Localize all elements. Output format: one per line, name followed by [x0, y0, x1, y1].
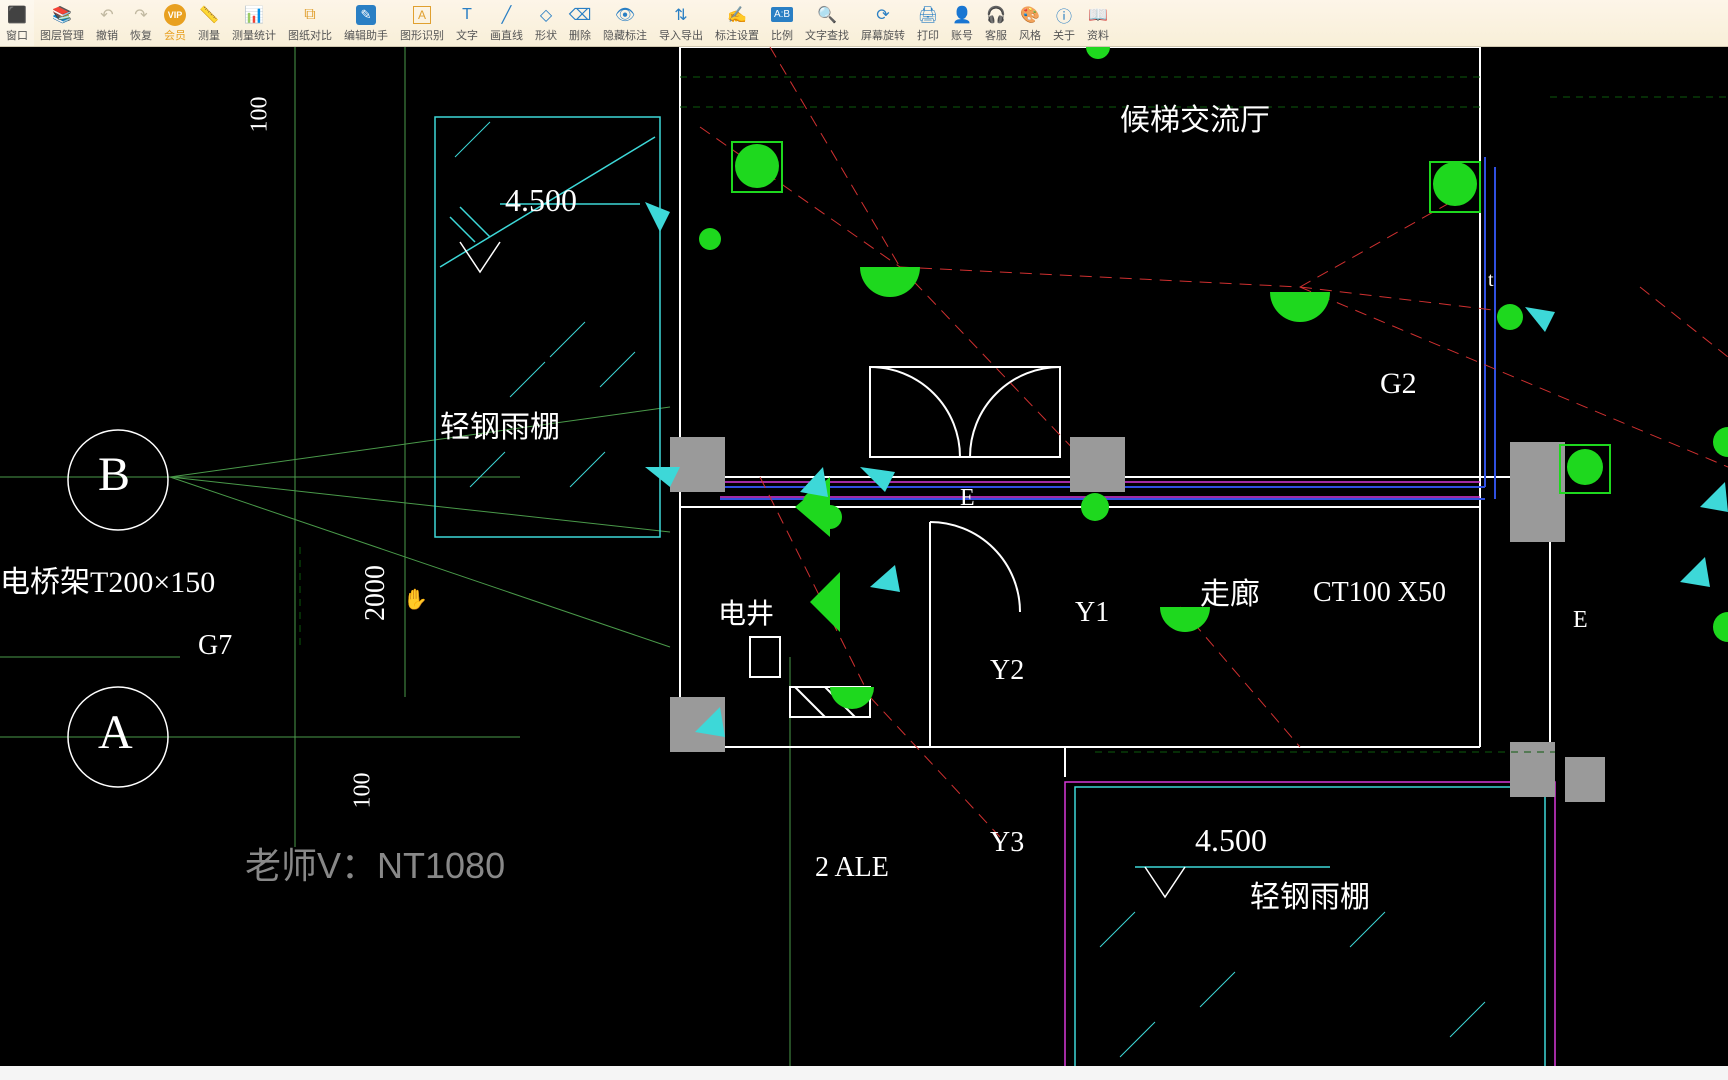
print-icon: 🖨: [917, 4, 939, 26]
window-button[interactable]: ⬛窗口: [0, 0, 34, 46]
annotation-settings-button-label: 标注设置: [715, 27, 759, 43]
layer-manager-icon: 📚: [51, 4, 73, 26]
measure-button-label: 测量: [198, 27, 220, 43]
docs-button-label: 资料: [1087, 27, 1109, 43]
redo-button-label: 恢复: [130, 27, 152, 43]
cad-canvas[interactable]: B A 100 2000 100 4.500 轻钢雨棚 4.500 轻钢雨棚 电…: [0, 47, 1728, 1066]
screen-rotate-button-label: 屏幕旋转: [861, 27, 905, 43]
window-icon: ⬛: [6, 4, 28, 26]
cad-drawing: [0, 47, 1728, 1066]
drawing-compare-icon: ⧉: [299, 4, 321, 26]
text-search-button[interactable]: 🔍文字查找: [799, 0, 855, 46]
text-search-icon: 🔍: [816, 4, 838, 26]
shape-recognition-button-label: 图形识别: [400, 27, 444, 43]
shape-icon: ◇: [535, 4, 557, 26]
edit-assistant-button[interactable]: ✎编辑助手: [338, 0, 394, 46]
main-toolbar: ⬛窗口📚图层管理↶撤销↷恢复VIP会员📏测量📊测量统计⧉图纸对比✎编辑助手A图形…: [0, 0, 1728, 47]
account-button[interactable]: 👤账号: [945, 0, 979, 46]
print-button-label: 打印: [917, 27, 939, 43]
scale-button-label: 比例: [771, 27, 793, 43]
measure-icon: 📏: [198, 4, 220, 26]
support-button[interactable]: 🎧客服: [979, 0, 1013, 46]
drawing-compare-button-label: 图纸对比: [288, 27, 332, 43]
watermark-text: 老师V：NT1080: [245, 837, 505, 889]
text-button-label: 文字: [456, 27, 478, 43]
draw-line-icon: ╱: [496, 4, 518, 26]
scale-button[interactable]: A:B比例: [765, 0, 799, 46]
hide-annotation-icon: 👁: [614, 4, 636, 26]
undo-icon: ↶: [96, 4, 118, 26]
undo-button[interactable]: ↶撤销: [90, 0, 124, 46]
docs-icon: 📖: [1087, 4, 1109, 26]
account-icon: 👤: [951, 4, 973, 26]
redo-button[interactable]: ↷恢复: [124, 0, 158, 46]
shape-button-label: 形状: [535, 27, 557, 43]
drawing-compare-button[interactable]: ⧉图纸对比: [282, 0, 338, 46]
support-button-label: 客服: [985, 27, 1007, 43]
measure-button[interactable]: 📏测量: [192, 0, 226, 46]
about-icon: ⓘ: [1053, 4, 1075, 26]
edit-assistant-button-label: 编辑助手: [344, 27, 388, 43]
grid-label-a: A: [98, 705, 133, 760]
status-bar: [0, 1066, 1728, 1080]
vip-icon: VIP: [164, 4, 186, 26]
docs-button[interactable]: 📖资料: [1081, 0, 1115, 46]
style-button[interactable]: 🎨风格: [1013, 0, 1047, 46]
delete-button-label: 删除: [569, 27, 591, 43]
grid-label-b: B: [98, 447, 130, 502]
print-button[interactable]: 🖨打印: [911, 0, 945, 46]
screen-rotate-button[interactable]: ⟳屏幕旋转: [855, 0, 911, 46]
hide-annotation-button-label: 隐藏标注: [603, 27, 647, 43]
import-export-button-label: 导入导出: [659, 27, 703, 43]
edit-assistant-icon: ✎: [355, 4, 377, 26]
layer-manager-button-label: 图层管理: [40, 27, 84, 43]
annotation-settings-button[interactable]: ✍标注设置: [709, 0, 765, 46]
vip-button-label: 会员: [164, 27, 186, 43]
redo-icon: ↷: [130, 4, 152, 26]
shape-button[interactable]: ◇形状: [529, 0, 563, 46]
text-button[interactable]: T文字: [450, 0, 484, 46]
about-button-label: 关于: [1053, 27, 1075, 43]
vip-button[interactable]: VIP会员: [158, 0, 192, 46]
text-icon: T: [456, 4, 478, 26]
layer-manager-button[interactable]: 📚图层管理: [34, 0, 90, 46]
about-button[interactable]: ⓘ关于: [1047, 0, 1081, 46]
delete-button[interactable]: ⌫删除: [563, 0, 597, 46]
support-icon: 🎧: [985, 4, 1007, 26]
text-search-button-label: 文字查找: [805, 27, 849, 43]
import-export-button[interactable]: ⇅导入导出: [653, 0, 709, 46]
shape-recognition-icon: A: [411, 4, 433, 26]
scale-icon: A:B: [771, 4, 793, 26]
screen-rotate-icon: ⟳: [872, 4, 894, 26]
import-export-icon: ⇅: [670, 4, 692, 26]
undo-button-label: 撤销: [96, 27, 118, 43]
hide-annotation-button[interactable]: 👁隐藏标注: [597, 0, 653, 46]
measure-stats-icon: 📊: [243, 4, 265, 26]
delete-icon: ⌫: [569, 4, 591, 26]
account-button-label: 账号: [951, 27, 973, 43]
measure-stats-button[interactable]: 📊测量统计: [226, 0, 282, 46]
measure-stats-button-label: 测量统计: [232, 27, 276, 43]
shape-recognition-button[interactable]: A图形识别: [394, 0, 450, 46]
style-button-label: 风格: [1019, 27, 1041, 43]
draw-line-button-label: 画直线: [490, 27, 523, 43]
style-icon: 🎨: [1019, 4, 1041, 26]
annotation-settings-icon: ✍: [726, 4, 748, 26]
draw-line-button[interactable]: ╱画直线: [484, 0, 529, 46]
window-button-label: 窗口: [6, 27, 28, 43]
